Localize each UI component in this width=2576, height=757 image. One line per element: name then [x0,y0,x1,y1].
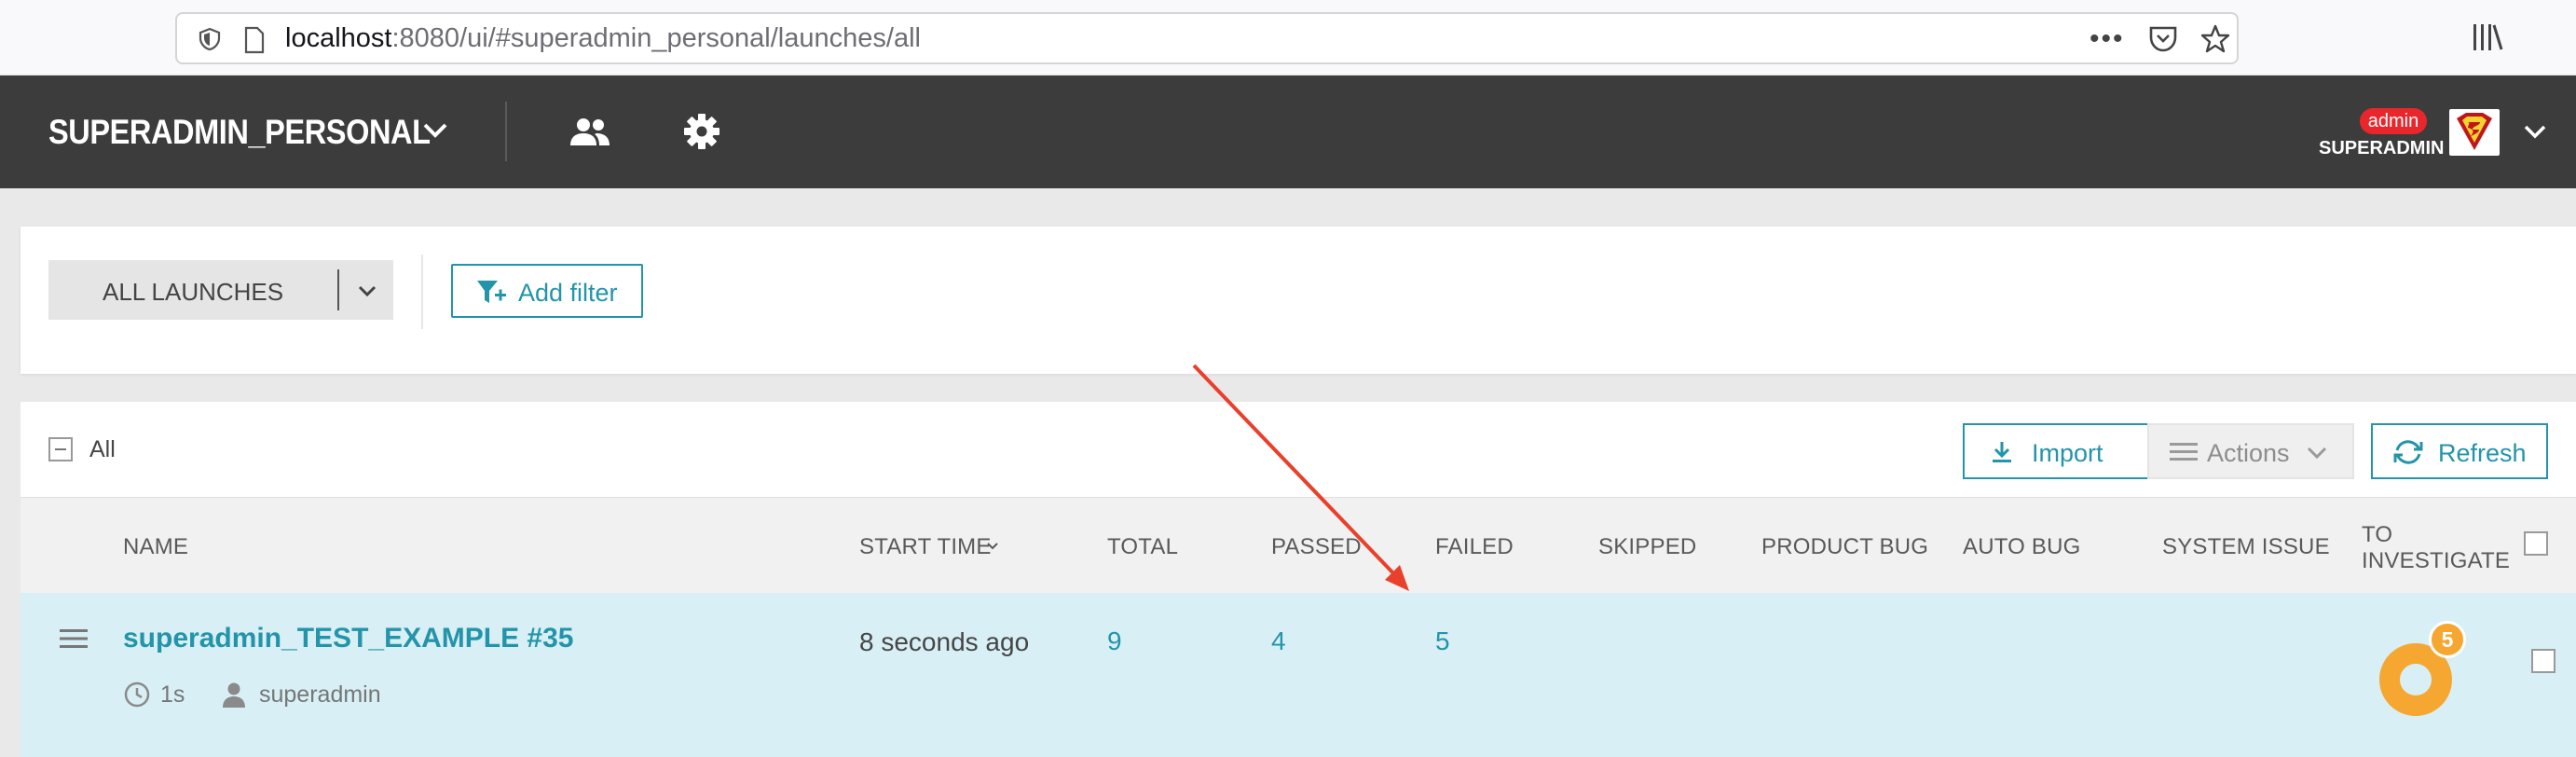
column-header-name[interactable]: NAME [123,534,188,560]
select-divider [337,269,339,310]
table-header: NAME START TIME TOTAL PASSED FAILED SKIP… [21,497,2576,593]
column-header-auto-bug[interactable]: AUTO BUG [1963,534,2081,560]
table-row[interactable]: superadmin_TEST_EXAMPLE #35 1s superadmi… [21,593,2576,757]
add-filter-button[interactable]: Add filter [451,264,643,318]
actions-dropdown[interactable]: Actions [2147,423,2354,479]
column-header-total[interactable]: TOTAL [1107,534,1178,560]
user-name: SUPERADMIN [2319,138,2445,158]
launch-duration: 1s [160,681,185,708]
launches-filter-label: ALL LAUNCHES [103,278,284,306]
column-header-passed[interactable]: PASSED [1271,534,1362,560]
column-header-skipped[interactable]: SKIPPED [1598,534,1696,560]
filter-add-icon [477,281,506,303]
clock-icon [124,681,150,708]
refresh-button[interactable]: Refresh [2371,423,2548,479]
refresh-icon [2393,440,2423,464]
list-icon [2170,443,2198,461]
chevron-down-icon [2307,447,2327,460]
address-bar[interactable]: localhost:8080/ui/#superadmin_personal/l… [175,12,2239,64]
launches-filter-select[interactable]: ALL LAUNCHES [48,260,393,320]
more-icon[interactable]: ••• [2090,23,2125,55]
column-header-failed[interactable]: FAILED [1435,534,1514,560]
chevron-down-icon[interactable] [2520,117,2550,145]
import-label: Import [2032,439,2103,467]
library-icon[interactable] [2470,21,2505,54]
shield-icon[interactable] [198,27,222,51]
gear-icon[interactable] [683,113,720,150]
url-path: :8080/ui/#superadmin_personal/launches/a… [391,23,921,53]
role-badge: admin [2360,108,2427,134]
failed-count[interactable]: 5 [1435,626,1450,656]
page-icon [244,26,265,54]
select-all-label: All [89,436,116,462]
refresh-label: Refresh [2438,439,2527,467]
avatar[interactable] [2449,109,2500,156]
url-host: localhost [285,23,392,53]
star-icon[interactable] [2199,23,2231,55]
user-icon [223,682,245,708]
to-investigate-count[interactable]: 5 [2429,621,2466,658]
launch-name-link[interactable]: superadmin_TEST_EXAMPLE #35 [123,623,574,654]
select-all-checkbox[interactable] [48,437,73,461]
launch-owner[interactable]: superadmin [259,681,381,709]
launch-start-time: 8 seconds ago [859,627,1030,656]
download-icon [1993,442,2011,462]
filter-divider [421,255,423,329]
members-icon[interactable] [569,116,611,147]
url-text[interactable]: localhost:8080/ui/#superadmin_personal/l… [285,23,921,54]
column-header-start-time[interactable]: START TIME [859,534,992,560]
header-checkbox[interactable] [2524,531,2548,556]
column-header-system-issue[interactable]: SYSTEM ISSUE [2162,534,2330,560]
add-filter-label: Add filter [518,279,618,307]
column-header-product-bug[interactable]: PRODUCT BUG [1761,534,1928,560]
total-count[interactable]: 9 [1107,626,1122,656]
browser-toolbar: localhost:8080/ui/#superadmin_personal/l… [0,0,2576,76]
column-header-to-investigate[interactable]: TO INVESTIGATE [2362,522,2511,574]
filter-panel: ALL LAUNCHES Add filter [21,227,2576,374]
pocket-icon[interactable] [2147,24,2179,54]
app-header: SUPERADMIN_PERSONAL admin SUPERADMIN [0,76,2576,188]
project-name[interactable]: SUPERADMIN_PERSONAL [48,113,431,152]
header-divider [505,102,507,161]
actions-label: Actions [2207,439,2290,467]
passed-count[interactable]: 4 [1271,626,1286,656]
chevron-down-icon[interactable] [356,281,378,301]
hamburger-icon[interactable] [58,626,89,651]
import-button[interactable]: Import [1963,423,2173,479]
chevron-down-icon[interactable] [419,117,451,145]
sort-chevron-icon[interactable] [986,542,999,551]
row-checkbox[interactable] [2531,649,2555,673]
launches-panel: All Import Actions Refresh NAME START TI… [21,402,2576,757]
